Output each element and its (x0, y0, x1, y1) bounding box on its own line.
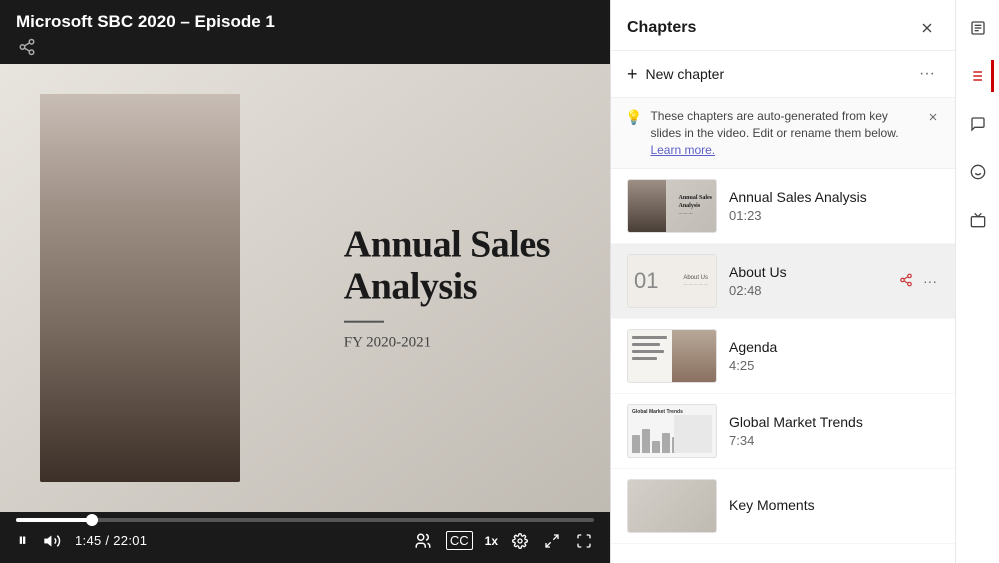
thumb-lines (632, 336, 672, 376)
volume-button[interactable] (41, 530, 63, 552)
chapter-info: Annual Sales Analysis 01:23 (729, 189, 939, 223)
chapter-item[interactable]: Key Moments (611, 469, 955, 544)
bar (632, 435, 640, 453)
thumb-table (674, 415, 712, 453)
new-chapter-button[interactable]: + New chapter (627, 64, 915, 85)
transcript-icon-button[interactable] (962, 12, 994, 44)
chapter-thumbnail: 01 About Us— — — — — (627, 254, 717, 308)
controls-row: ⏸ 1:45 / 22:01 CC 1x (16, 528, 594, 553)
video-canvas: Annual Sales Analysis FY 2020-2021 (0, 64, 610, 512)
speed-button[interactable]: 1x (485, 534, 498, 548)
clips-icon-button[interactable] (962, 204, 994, 236)
people-button[interactable] (412, 530, 434, 552)
slide-divider (344, 320, 384, 322)
chapter-time: 01:23 (729, 208, 939, 223)
controls-bar: ⏸ 1:45 / 22:01 CC 1x (0, 512, 610, 563)
chapter-share-button[interactable] (897, 271, 915, 292)
fullscreen-button[interactable] (574, 531, 594, 551)
chapters-header: Chapters (611, 0, 955, 51)
chapter-name: Key Moments (729, 497, 939, 513)
thumb-num: 01 (634, 268, 658, 294)
chapter-info: Agenda 4:25 (729, 339, 939, 373)
chapter-thumbnail (627, 479, 717, 533)
right-sidebar (955, 0, 999, 563)
lightbulb-icon: 💡 (625, 109, 642, 126)
thumb-photo (672, 330, 716, 382)
progress-thumb (86, 514, 98, 526)
line (632, 336, 667, 339)
learn-more-link[interactable]: Learn more. (650, 143, 715, 157)
play-pause-button[interactable]: ⏸ (16, 528, 29, 553)
video-title-bar: Microsoft SBC 2020 – Episode 1 (0, 0, 610, 64)
line (632, 343, 660, 346)
chapter-thumbnail (627, 329, 717, 383)
time-display: 1:45 / 22:01 (75, 533, 147, 548)
chapter-name: Agenda (729, 339, 939, 355)
share-icon-row (16, 36, 594, 58)
chapter-item[interactable]: Agenda 4:25 (611, 319, 955, 394)
chapter-time: 02:48 (729, 283, 885, 298)
captions-button[interactable]: CC (446, 531, 473, 550)
slide-text-area: Annual Sales Analysis FY 2020-2021 (344, 225, 550, 352)
share-button[interactable] (16, 36, 38, 58)
video-player: Microsoft SBC 2020 – Episode 1 Annual Sa… (0, 0, 610, 563)
chapter-info: Key Moments (729, 497, 939, 516)
miniplayer-button[interactable] (542, 531, 562, 551)
reactions-icon-button[interactable] (962, 156, 994, 188)
chapter-item[interactable]: 01 About Us— — — — — About Us 02:48 ··· (611, 244, 955, 319)
chapter-info: About Us 02:48 (729, 264, 885, 298)
chapter-actions: ··· (897, 271, 939, 292)
video-title: Microsoft SBC 2020 – Episode 1 (16, 12, 594, 32)
chapter-item[interactable]: Global Market Trends Global Market Trend… (611, 394, 955, 469)
new-chapter-label: New chapter (646, 66, 725, 82)
banner-close-button[interactable] (925, 108, 941, 128)
chapters-panel-title: Chapters (627, 19, 915, 37)
thumb-text: About Us— — — — — (683, 275, 708, 287)
slide-photo (40, 94, 240, 482)
progress-container (16, 518, 594, 522)
chapters-list: Annual SalesAnalysis— — — Annual Sales A… (611, 169, 955, 563)
bar (642, 429, 650, 453)
line (632, 350, 664, 353)
chapter-name: About Us (729, 264, 885, 280)
new-chapter-more-button[interactable]: ··· (915, 61, 939, 87)
chapters-panel: Chapters + New chapter ··· 💡 These chapt… (610, 0, 955, 563)
bar (662, 433, 670, 453)
comments-icon-button[interactable] (962, 108, 994, 140)
chapter-time: 4:25 (729, 358, 939, 373)
plus-icon: + (627, 64, 638, 85)
auto-gen-banner: 💡 These chapters are auto-generated from… (611, 98, 955, 169)
chapter-name: Annual Sales Analysis (729, 189, 939, 205)
settings-button[interactable] (510, 531, 530, 551)
new-chapter-row: + New chapter ··· (611, 51, 955, 98)
chapter-time: 7:34 (729, 433, 939, 448)
chapter-thumbnail: Annual SalesAnalysis— — — (627, 179, 717, 233)
line (632, 357, 657, 360)
thumb-text: Annual SalesAnalysis— — — (678, 196, 712, 218)
close-chapters-button[interactable] (915, 16, 939, 40)
chapter-name: Global Market Trends (729, 414, 939, 430)
thumb-photo (628, 180, 666, 232)
chapters-icon-button[interactable] (962, 60, 994, 92)
progress-bar[interactable] (16, 518, 594, 522)
bar (652, 441, 660, 453)
slide-subtitle: FY 2020-2021 (344, 334, 550, 351)
slide-main-title: Annual Sales Analysis (344, 225, 550, 309)
chapter-thumbnail: Global Market Trends (627, 404, 717, 458)
chapter-item[interactable]: Annual SalesAnalysis— — — Annual Sales A… (611, 169, 955, 244)
chapter-info: Global Market Trends 7:34 (729, 414, 939, 448)
thumb-bars (632, 423, 680, 453)
women-silhouette (40, 94, 240, 482)
chapter-more-button[interactable]: ··· (921, 271, 939, 291)
banner-text: These chapters are auto-generated from k… (650, 108, 917, 158)
progress-fill (16, 518, 92, 522)
